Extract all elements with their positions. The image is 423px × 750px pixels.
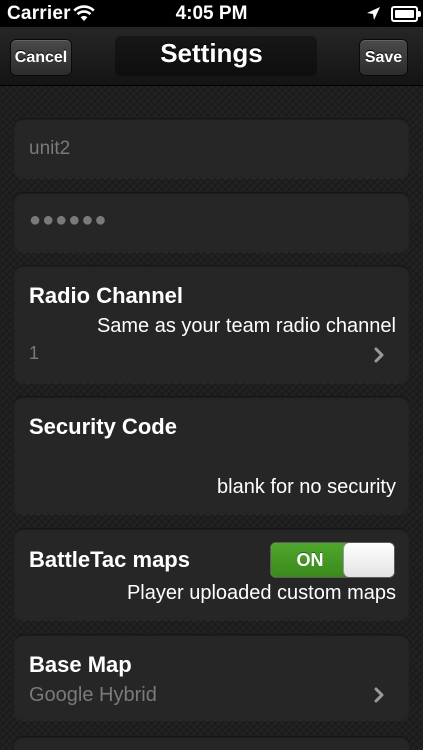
toggle-knob[interactable]: [343, 543, 394, 577]
toggle-on-label: ON: [271, 543, 349, 577]
password-value: ●●●●●●: [29, 209, 108, 231]
battletac-maps-description: Player uploaded custom maps: [126, 582, 396, 604]
settings-screen: Carrier 4:05 PM Settings Cancel Save uni…: [0, 0, 423, 750]
battery-icon: [391, 6, 418, 22]
security-code-row[interactable]: Security Code blank for no security: [13, 396, 410, 514]
battletac-maps-label: BattleTac maps: [29, 547, 190, 572]
battery-tip: [418, 11, 421, 17]
navigation-bar: Settings Cancel Save: [0, 27, 423, 86]
username-field[interactable]: unit2: [13, 118, 410, 178]
radio-channel-row[interactable]: Radio Channel Same as your team radio ch…: [13, 265, 410, 383]
status-bar: Carrier 4:05 PM: [0, 0, 423, 27]
save-button[interactable]: Save: [359, 39, 408, 76]
battletac-maps-row: BattleTac maps ON Player uploaded custom…: [13, 528, 410, 620]
base-map-value: Google Hybrid: [29, 684, 157, 706]
base-map-row[interactable]: Base Map Google Hybrid: [13, 634, 410, 720]
base-map-label: Base Map: [29, 652, 132, 677]
location-icon: [367, 7, 380, 20]
battletac-maps-toggle[interactable]: ON: [270, 542, 395, 578]
radio-channel-description: Same as your team radio channel: [96, 315, 396, 337]
chevron-right-icon: [374, 347, 384, 363]
chevron-right-icon: [374, 687, 384, 703]
radio-channel-label: Radio Channel: [29, 283, 184, 308]
password-field[interactable]: ●●●●●●: [13, 192, 410, 252]
clock: 4:05 PM: [175, 3, 248, 24]
username-value: unit2: [29, 138, 71, 159]
next-settings-row[interactable]: [13, 736, 410, 750]
radio-channel-value: 1: [29, 343, 40, 363]
cancel-button[interactable]: Cancel: [10, 39, 72, 76]
security-code-label: Security Code: [29, 414, 177, 439]
security-code-description: blank for no security: [217, 476, 396, 498]
